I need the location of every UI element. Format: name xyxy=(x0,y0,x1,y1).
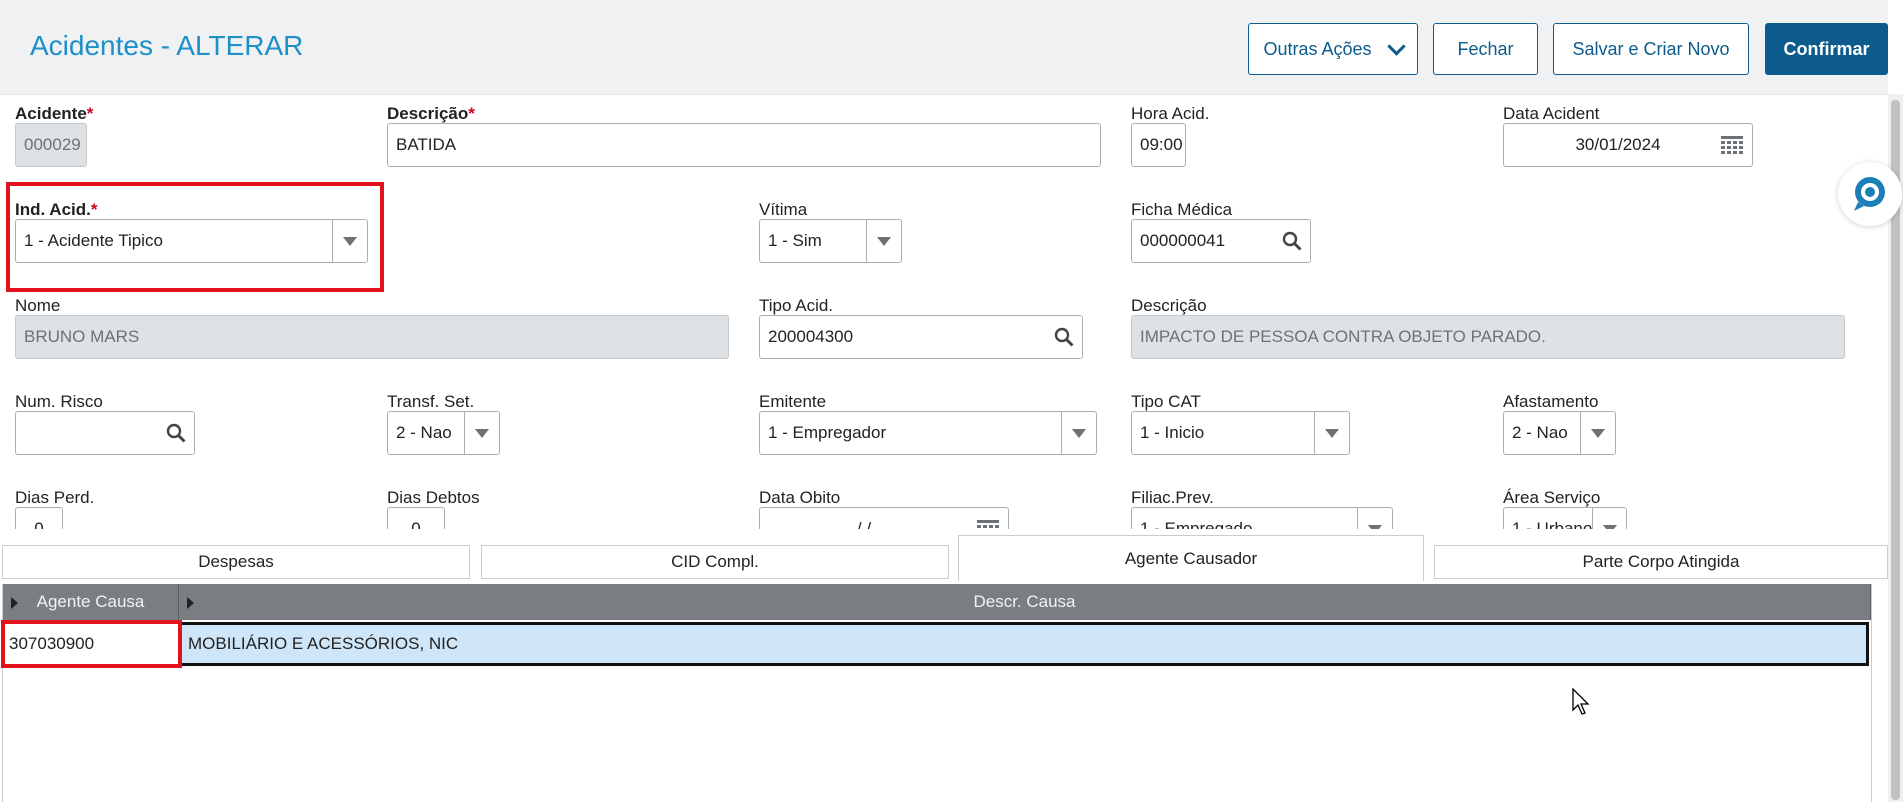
acidente-field[interactable]: 000029 xyxy=(15,123,87,167)
column-header-agente-causa[interactable]: Agente Causa xyxy=(3,584,179,620)
table-row[interactable]: 307030900 MOBILIÁRIO E ACESSÓRIOS, NIC xyxy=(3,622,1869,666)
area-servico-select[interactable]: 1 - Urbano xyxy=(1503,507,1627,529)
hora-acid-field[interactable]: 09:00 xyxy=(1131,123,1186,167)
column-header-descr-causa[interactable]: Descr. Causa xyxy=(179,584,1871,620)
dias-debtos-field[interactable]: 0 xyxy=(387,507,445,529)
tipo-acid-value: 200004300 xyxy=(768,327,854,346)
ficha-medica-field[interactable]: 000000041 xyxy=(1131,219,1311,263)
dropdown-arrow-icon[interactable] xyxy=(1592,508,1626,529)
tab-agente-causador[interactable]: Agente Causador xyxy=(958,535,1424,581)
ficha-medica-value: 000000041 xyxy=(1140,231,1226,250)
fechar-button[interactable]: Fechar xyxy=(1433,23,1538,75)
tipo-cat-label: Tipo CAT xyxy=(1131,392,1201,411)
vitima-label: Vítima xyxy=(759,200,808,219)
ind-acid-highlight xyxy=(6,182,384,292)
search-icon[interactable] xyxy=(1274,220,1310,262)
search-icon[interactable] xyxy=(1046,316,1082,358)
data-acident-label: Data Acident xyxy=(1503,104,1600,123)
area-servico-label: Área Serviço xyxy=(1503,488,1601,507)
chat-assistant-button[interactable] xyxy=(1838,162,1902,226)
mouse-cursor-icon xyxy=(1572,687,1592,721)
emitente-select[interactable]: 1 - Empregador xyxy=(759,411,1097,455)
dias-perd-field[interactable]: 0 xyxy=(15,507,63,529)
data-acident-value: 30/01/2024 xyxy=(1575,135,1661,154)
nome-field[interactable]: BRUNO MARS xyxy=(15,315,729,359)
tipo-cat-value: 1 - Inicio xyxy=(1140,423,1205,442)
chat-icon xyxy=(1854,177,1885,211)
outras-acoes-label: Outras Ações xyxy=(1263,38,1372,59)
tipo-acid-field[interactable]: 200004300 xyxy=(759,315,1083,359)
calendar-icon[interactable] xyxy=(968,508,1008,529)
hora-acid-label: Hora Acid. xyxy=(1131,104,1210,123)
dropdown-arrow-icon[interactable] xyxy=(1314,412,1349,454)
data-acident-field[interactable]: 30/01/2024 xyxy=(1503,123,1753,167)
calendar-icon[interactable] xyxy=(1712,124,1752,166)
num-risco-field[interactable] xyxy=(15,411,195,455)
descr-causa-cell[interactable]: MOBILIÁRIO E ACESSÓRIOS, NIC xyxy=(179,622,1869,666)
confirmar-button[interactable]: Confirmar xyxy=(1765,23,1888,75)
tab-despesas[interactable]: Despesas xyxy=(2,545,470,579)
nome-label: Nome xyxy=(15,296,61,315)
transf-set-select[interactable]: 2 - Nao xyxy=(387,411,500,455)
dias-debtos-label: Dias Debtos xyxy=(387,488,480,507)
afastamento-label: Afastamento xyxy=(1503,392,1599,411)
agente-causa-highlight xyxy=(1,620,182,668)
filiac-prev-label: Filiac.Prev. xyxy=(1131,488,1214,507)
page-header: Acidentes - ALTERAR Outras Ações Fechar … xyxy=(0,0,1888,95)
tab-parte-corpo-atingida[interactable]: Parte Corpo Atingida xyxy=(1434,545,1888,579)
descricao2-label: Descrição xyxy=(1131,296,1207,315)
tipo-acid-label: Tipo Acid. xyxy=(759,296,834,315)
ficha-medica-label: Ficha Médica xyxy=(1131,200,1233,219)
dropdown-arrow-icon[interactable] xyxy=(866,220,901,262)
transf-set-label: Transf. Set. xyxy=(387,392,475,411)
grid-header: Agente Causa Descr. Causa xyxy=(3,584,1871,620)
search-icon[interactable] xyxy=(158,412,194,454)
expand-arrow-icon xyxy=(187,597,194,609)
afastamento-value: 2 - Nao xyxy=(1512,423,1568,442)
filiac-prev-select[interactable]: 1 - Empregado xyxy=(1131,507,1393,529)
descricao-label: Descrição* xyxy=(387,104,475,123)
outras-acoes-button[interactable]: Outras Ações xyxy=(1248,23,1418,75)
descricao-field[interactable]: BATIDA xyxy=(387,123,1101,167)
tipo-cat-select[interactable]: 1 - Inicio xyxy=(1131,411,1350,455)
data-obito-value: / / xyxy=(856,519,872,529)
chevron-down-icon xyxy=(1386,36,1406,56)
vitima-value: 1 - Sim xyxy=(768,231,822,250)
dropdown-arrow-icon[interactable] xyxy=(464,412,499,454)
tab-cid-compl[interactable]: CID Compl. xyxy=(481,545,949,579)
dropdown-arrow-icon[interactable] xyxy=(1580,412,1615,454)
num-risco-label: Num. Risco xyxy=(15,392,103,411)
data-obito-label: Data Obito xyxy=(759,488,841,507)
dias-perd-label: Dias Perd. xyxy=(15,488,95,507)
dropdown-arrow-icon[interactable] xyxy=(1357,508,1392,529)
area-servico-value: 1 - Urbano xyxy=(1512,519,1593,529)
form-area: Acidente* 000029 Descrição* BATIDA Hora … xyxy=(0,94,1888,529)
transf-set-value: 2 - Nao xyxy=(396,423,452,442)
emitente-value: 1 - Empregador xyxy=(768,423,887,442)
salvar-criar-novo-button[interactable]: Salvar e Criar Novo xyxy=(1553,23,1749,75)
tab-bar: Despesas CID Compl. Agente Causador Part… xyxy=(0,533,1888,581)
descricao2-field[interactable]: IMPACTO DE PESSOA CONTRA OBJETO PARADO. xyxy=(1131,315,1845,359)
emitente-label: Emitente xyxy=(759,392,827,411)
page-title: Acidentes - ALTERAR xyxy=(30,30,304,61)
expand-arrow-icon xyxy=(11,597,18,609)
data-obito-field[interactable]: / / xyxy=(759,507,1009,529)
vitima-select[interactable]: 1 - Sim xyxy=(759,219,902,263)
afastamento-select[interactable]: 2 - Nao xyxy=(1503,411,1616,455)
filiac-prev-value: 1 - Empregado xyxy=(1140,519,1253,529)
dropdown-arrow-icon[interactable] xyxy=(1061,412,1096,454)
acidente-label: Acidente* xyxy=(15,104,94,123)
